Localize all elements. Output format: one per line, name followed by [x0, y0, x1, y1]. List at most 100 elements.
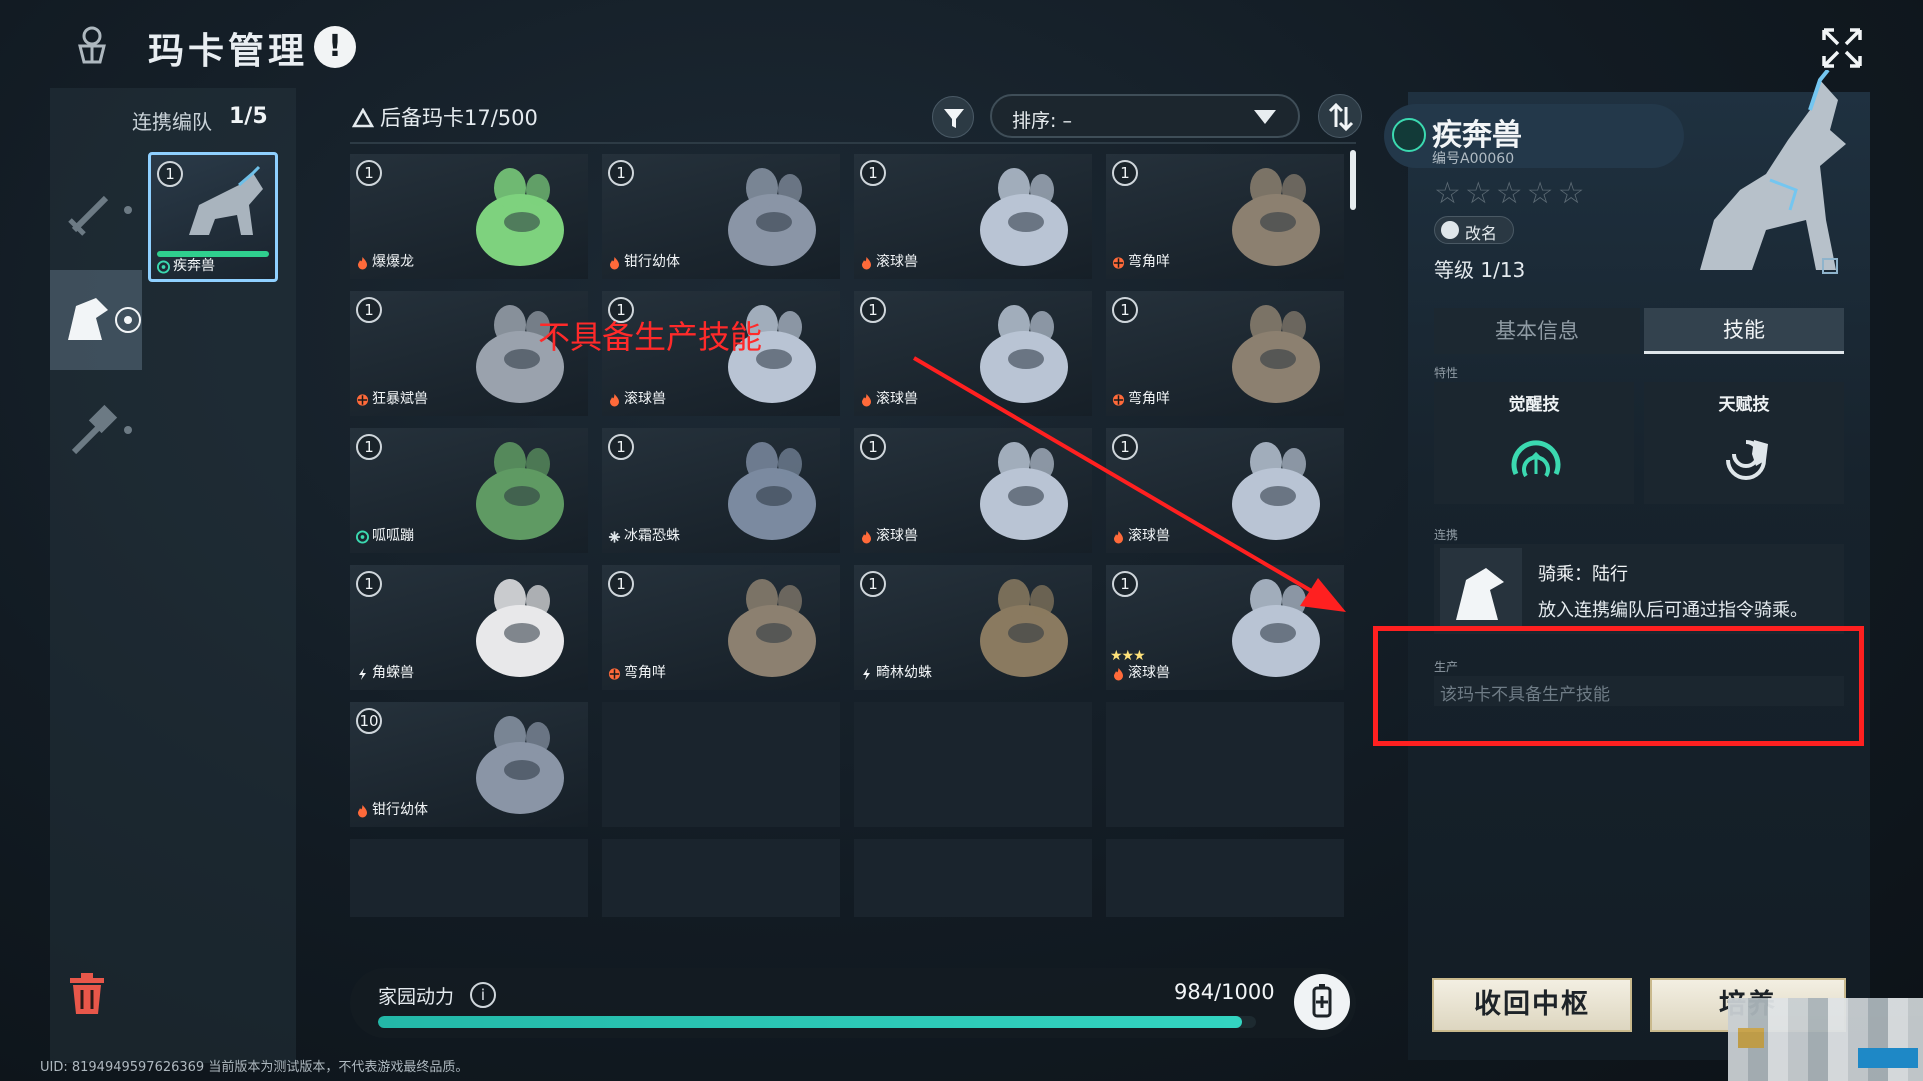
expand-icon[interactable] — [1822, 258, 1838, 274]
tab-combat[interactable] — [50, 160, 142, 260]
card-name: 疾奔兽 — [173, 258, 215, 274]
detail-portrait — [1700, 70, 1846, 270]
card-level-badge: 1 — [356, 297, 382, 323]
fire-element-icon — [358, 257, 367, 270]
tab-skills[interactable]: 技能 — [1644, 308, 1844, 354]
card-name: 冰霜恐蛛 — [624, 528, 680, 544]
tab-link[interactable] — [50, 270, 142, 370]
trash-icon[interactable] — [66, 972, 108, 1016]
fire-element-icon — [1114, 668, 1123, 681]
empty-card-slot[interactable] — [854, 702, 1092, 827]
edit-icon — [1441, 221, 1459, 239]
maka-card[interactable]: 1 呱呱蹦 — [350, 428, 588, 553]
card-level-badge: 1 — [860, 571, 886, 597]
maka-card[interactable]: 1 弯角咩 — [1106, 291, 1344, 416]
maka-card[interactable]: 1 弯角咩 — [602, 565, 840, 690]
empty-card-slot[interactable] — [602, 839, 840, 917]
thunder-element-icon — [863, 668, 870, 680]
ride-horse-icon — [1440, 548, 1522, 630]
maka-card[interactable]: 1 滚球兽 — [854, 428, 1092, 553]
maka-card[interactable]: 1 滚球兽 — [854, 154, 1092, 279]
maka-card[interactable]: 1 ★★★ 滚球兽 — [1106, 565, 1344, 690]
fire-element-icon — [862, 257, 871, 270]
reserve-icon — [352, 108, 374, 128]
empty-card-slot[interactable] — [1106, 702, 1344, 827]
card-name: 滚球兽 — [876, 254, 918, 270]
card-portrait — [189, 165, 263, 235]
card-name: 钳行幼体 — [624, 254, 680, 270]
talent-skill-card[interactable]: 天赋技 — [1644, 382, 1844, 504]
sort-order-button[interactable] — [1318, 94, 1362, 138]
card-portrait — [476, 442, 564, 540]
talent-skill-icon — [1726, 440, 1768, 480]
grid-divider — [350, 142, 1356, 144]
team-label: 连携编队 — [132, 110, 212, 134]
card-name: 弯角咩 — [1128, 254, 1170, 270]
team-slot[interactable]: 1 疾奔兽 — [148, 152, 278, 282]
empty-card-slot[interactable] — [602, 702, 840, 827]
card-name: 爆爆龙 — [372, 254, 414, 270]
reserve-title: 后备玛卡17/500 — [380, 106, 538, 130]
maka-card[interactable]: 1 角蝾兽 — [350, 565, 588, 690]
maka-card[interactable]: 1 滚球兽 — [854, 291, 1092, 416]
empty-card-slot[interactable] — [1106, 839, 1344, 917]
card-level-badge: 1 — [608, 571, 634, 597]
filter-icon — [944, 109, 964, 128]
home-energy-value: 984/1000 — [1174, 980, 1275, 1004]
maka-card[interactable]: 10 钳行幼体 — [350, 702, 588, 827]
maka-card[interactable]: 1 爆爆龙 — [350, 154, 588, 279]
home-energy-fill — [378, 1016, 1242, 1028]
card-level-badge: 1 — [860, 297, 886, 323]
card-portrait — [728, 168, 816, 266]
ice-element-icon — [608, 531, 621, 543]
card-portrait — [980, 442, 1068, 540]
card-portrait — [1232, 442, 1320, 540]
tab-tools[interactable] — [50, 380, 142, 480]
card-level-badge: 1 — [608, 434, 634, 460]
recall-button[interactable]: 收回中枢 — [1432, 978, 1632, 1032]
card-level-badge: 10 — [356, 708, 382, 734]
close-icon[interactable] — [1818, 24, 1866, 72]
link-skill-desc: 放入连携编队后可通过指令骑乘。 — [1538, 600, 1808, 621]
card-level-badge: 1 — [1112, 434, 1138, 460]
maka-card[interactable]: 1 冰霜恐蛛 — [602, 428, 840, 553]
fire-element-icon — [610, 394, 619, 407]
maka-card[interactable]: 1 畸林幼蛛 — [854, 565, 1092, 690]
talent-skill-title: 天赋技 — [1718, 395, 1770, 415]
card-name: 钳行幼体 — [372, 802, 428, 818]
wind-element-icon — [356, 530, 369, 544]
maka-card[interactable]: 1 钳行幼体 — [602, 154, 840, 279]
info-icon[interactable]: i — [470, 982, 496, 1008]
rename-button[interactable]: 改名 — [1434, 216, 1514, 244]
card-name: 滚球兽 — [1128, 528, 1170, 544]
nature-element-icon — [1112, 257, 1125, 269]
awaken-skill-card[interactable]: 觉醒技 — [1434, 382, 1634, 504]
sword-icon — [68, 195, 132, 236]
card-name: 滚球兽 — [624, 391, 666, 407]
card-level-badge: 1 — [1112, 160, 1138, 186]
wind-element-icon — [157, 260, 170, 274]
card-portrait — [980, 579, 1068, 677]
fire-element-icon — [358, 805, 367, 818]
tab-basic-info[interactable]: 基本信息 — [1434, 308, 1640, 354]
uid-footer: UID: 8194949597626369 当前版本为测试版本，不代表游戏最终品… — [40, 1060, 469, 1075]
mosaic-block — [1738, 1028, 1764, 1048]
hammer-icon — [71, 404, 132, 455]
maka-card[interactable]: 1 滚球兽 — [1106, 428, 1344, 553]
alert-icon[interactable]: ! — [314, 26, 356, 68]
nature-element-icon — [608, 668, 621, 680]
sort-dropdown[interactable]: 排序: – — [990, 94, 1300, 138]
empty-card-slot[interactable] — [854, 839, 1092, 917]
awaken-skill-icon — [1511, 440, 1561, 478]
page-title: 玛卡管理 — [148, 31, 309, 72]
empty-card-slot[interactable] — [350, 839, 588, 917]
energy-recharge-button[interactable] — [1294, 974, 1350, 1030]
fire-element-icon — [862, 531, 871, 544]
chevron-down-icon — [1254, 110, 1276, 124]
maka-card[interactable]: 1 弯角咩 — [1106, 154, 1344, 279]
grid-scrollbar[interactable] — [1350, 150, 1356, 210]
wind-element-icon — [1392, 118, 1426, 152]
card-name: 滚球兽 — [876, 391, 918, 407]
card-name: 角蝾兽 — [372, 665, 414, 681]
filter-button[interactable] — [932, 96, 974, 138]
